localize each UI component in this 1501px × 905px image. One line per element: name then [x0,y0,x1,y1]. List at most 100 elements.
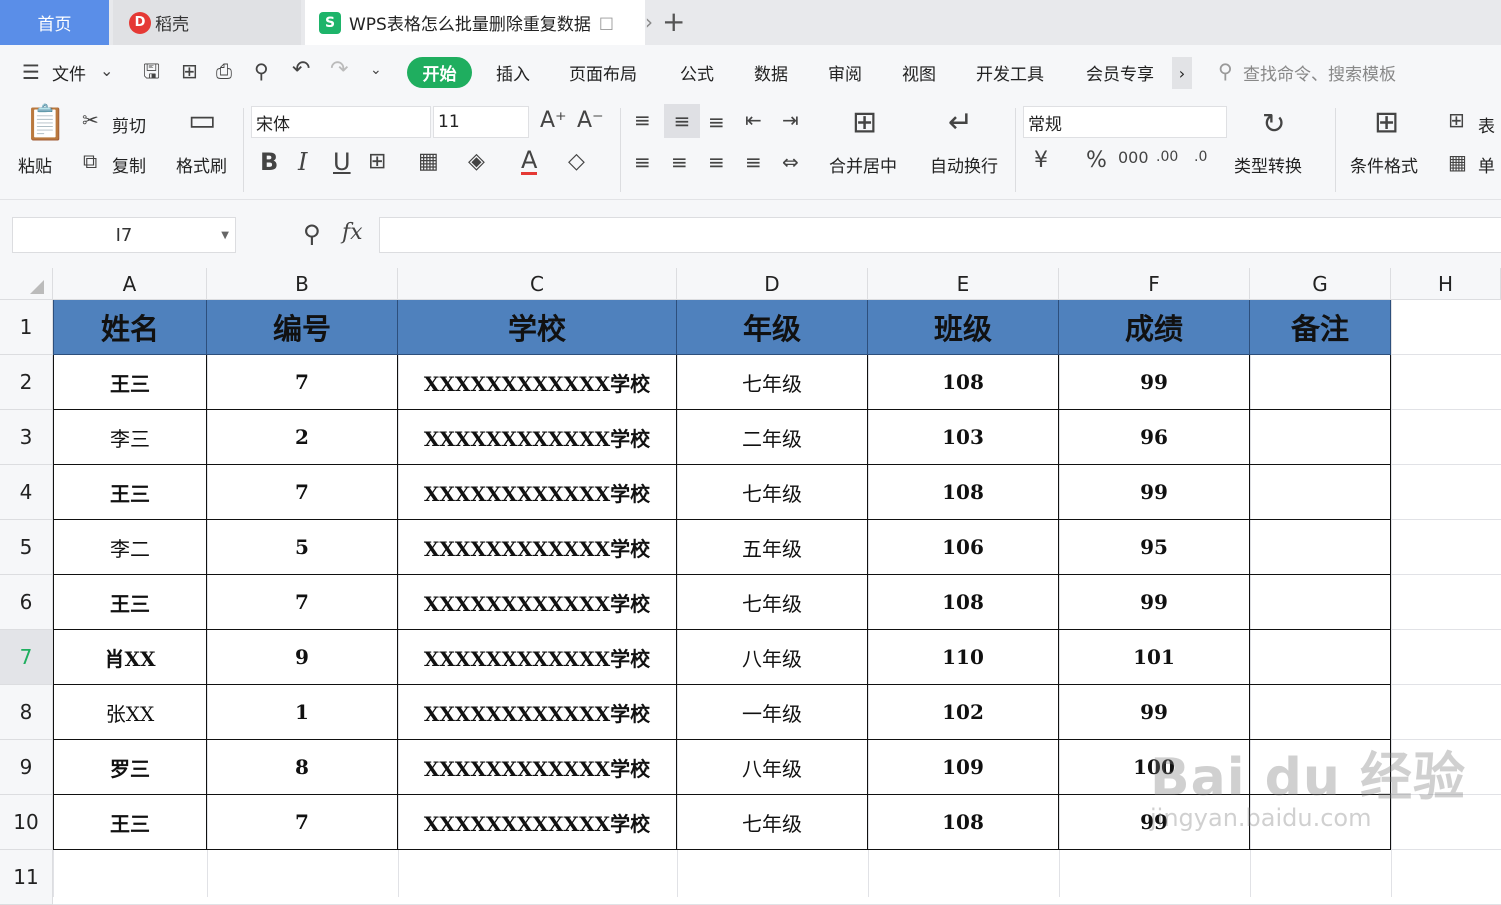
table-cell[interactable]: 9 [207,630,398,685]
table-cell[interactable]: XXXXXXXXXXXX学校 [398,465,677,520]
align-bottom-icon[interactable]: ≡ [708,112,725,132]
table-cell[interactable]: 李二 [53,520,207,575]
column-header-b[interactable]: B [207,268,398,300]
align-left-icon[interactable]: ≡ [634,152,651,172]
table-cell[interactable]: 108 [868,465,1059,520]
table-cell[interactable]: 106 [868,520,1059,575]
table-cell[interactable]: 96 [1059,410,1250,465]
name-box[interactable]: I7 ▼ [12,217,236,253]
table-cell[interactable]: XXXXXXXXXXXX学校 [398,795,677,850]
table-cell[interactable]: 8 [207,740,398,795]
export-icon[interactable]: ⊞ [181,61,198,81]
row-header-9[interactable]: 9 [0,740,53,795]
thousands-icon[interactable]: 000 [1118,150,1149,166]
menu-data[interactable]: 数据 [754,60,788,85]
zoom-icon[interactable]: ⚲ [303,222,321,246]
tab-daoke[interactable]: D 稻壳 [113,0,301,45]
formula-input[interactable] [379,217,1501,253]
chevron-right-icon[interactable]: › [645,10,653,34]
underline-icon[interactable]: U [333,150,351,174]
increase-font-icon[interactable]: A⁺ [540,110,567,132]
wrap-text-button[interactable]: 自动换行 [930,152,998,177]
menu-page-layout[interactable]: 页面布局 [569,60,637,85]
table-cell[interactable]: 99 [1059,575,1250,630]
number-format-select[interactable]: 常规 [1023,106,1227,138]
print-icon[interactable]: ⎙ [216,61,232,81]
menu-review[interactable]: 审阅 [828,60,862,85]
table-cell[interactable]: 103 [868,410,1059,465]
clear-format-icon[interactable]: ◇ [568,151,585,173]
cut-icon[interactable]: ✂ [82,110,99,130]
table-cell[interactable] [1250,355,1391,410]
row-header-10[interactable]: 10 [0,795,53,850]
undo-icon[interactable]: ↶ [292,59,310,81]
row-header-4[interactable]: 4 [0,465,53,520]
table-cell[interactable]: 108 [868,795,1059,850]
menu-insert[interactable]: 插入 [496,60,530,85]
column-header-a[interactable]: A [53,268,207,300]
chevron-down-icon[interactable]: ▼ [221,230,229,241]
hamburger-icon[interactable]: ☰ [22,62,40,82]
search-input[interactable]: 查找命令、搜索模板 [1243,60,1396,85]
copy-button[interactable]: 复制 [112,152,146,177]
row-header-7[interactable]: 7 [0,630,53,685]
menu-file[interactable]: 文件 [52,60,86,85]
font-color-icon[interactable]: A [521,148,538,175]
align-center-icon[interactable]: ≡ [671,152,688,172]
font-size-select[interactable]: 11 [433,106,529,138]
italic-icon[interactable]: I [298,150,307,174]
table-cell[interactable]: XXXXXXXXXXXX学校 [398,355,677,410]
paste-button[interactable]: 粘贴 [18,152,52,177]
more-menu-icon[interactable]: › [1172,57,1192,89]
type-convert-icon[interactable]: ↻ [1262,110,1285,138]
search-icon[interactable]: ⚲ [1218,61,1233,81]
table-cell[interactable]: XXXXXXXXXXXX学校 [398,685,677,740]
table-style-button[interactable]: 表 [1478,112,1495,137]
table-cell[interactable]: 7 [207,355,398,410]
decrease-font-icon[interactable]: A⁻ [577,110,604,132]
table-cell[interactable]: 五年级 [677,520,868,575]
type-convert-button[interactable]: 类型转换 [1234,152,1302,177]
table-cell[interactable]: 108 [868,575,1059,630]
table-cell[interactable]: 102 [868,685,1059,740]
row-header-8[interactable]: 8 [0,685,53,740]
chevron-down-icon[interactable]: ⌄ [100,63,113,79]
table-header-cell[interactable]: 学校 [398,300,677,355]
menu-member[interactable]: 会员专享 [1086,60,1154,85]
wrap-text-icon[interactable]: ↵ [948,108,973,138]
table-cell[interactable]: 王三 [53,465,207,520]
column-header-d[interactable]: D [677,268,868,300]
paste-icon[interactable]: 📋 [24,106,66,140]
table-cell[interactable]: 王三 [53,795,207,850]
currency-icon[interactable]: ¥ [1034,150,1048,172]
column-header-h[interactable]: H [1391,268,1501,300]
column-header-g[interactable]: G [1250,268,1391,300]
new-tab-plus-icon[interactable]: + [662,5,685,38]
table-cell[interactable] [1250,630,1391,685]
table-cell[interactable]: XXXXXXXXXXXX学校 [398,630,677,685]
merge-center-button[interactable]: 合并居中 [829,152,897,177]
increase-indent-icon[interactable]: ⇥ [782,110,799,130]
conditional-format-icon[interactable]: ⊞ [1374,108,1399,138]
table-cell[interactable]: 一年级 [677,685,868,740]
table-cell[interactable]: 7 [207,575,398,630]
conditional-format-button[interactable]: 条件格式 [1350,152,1418,177]
menu-developer[interactable]: 开发工具 [976,60,1044,85]
column-header-f[interactable]: F [1059,268,1250,300]
print-preview-icon[interactable]: ⚲ [254,61,269,81]
merge-center-icon[interactable]: ⊞ [852,108,877,138]
table-cell[interactable]: 二年级 [677,410,868,465]
menu-view[interactable]: 视图 [902,60,936,85]
table-cell[interactable]: 八年级 [677,740,868,795]
table-header-cell[interactable]: 编号 [207,300,398,355]
row-header-3[interactable]: 3 [0,410,53,465]
table-cell[interactable]: XXXXXXXXXXXX学校 [398,520,677,575]
row-header-1[interactable]: 1 [0,300,53,355]
cell-style-icon[interactable]: ▦ [1448,152,1467,172]
table-header-cell[interactable]: 成绩 [1059,300,1250,355]
monitor-icon[interactable]: □ [599,13,614,32]
table-cell[interactable]: XXXXXXXXXXXX学校 [398,740,677,795]
table-cell[interactable]: 101 [1059,630,1250,685]
table-cell[interactable]: XXXXXXXXXXXX学校 [398,575,677,630]
format-painter-icon[interactable]: ▭ [188,106,216,136]
